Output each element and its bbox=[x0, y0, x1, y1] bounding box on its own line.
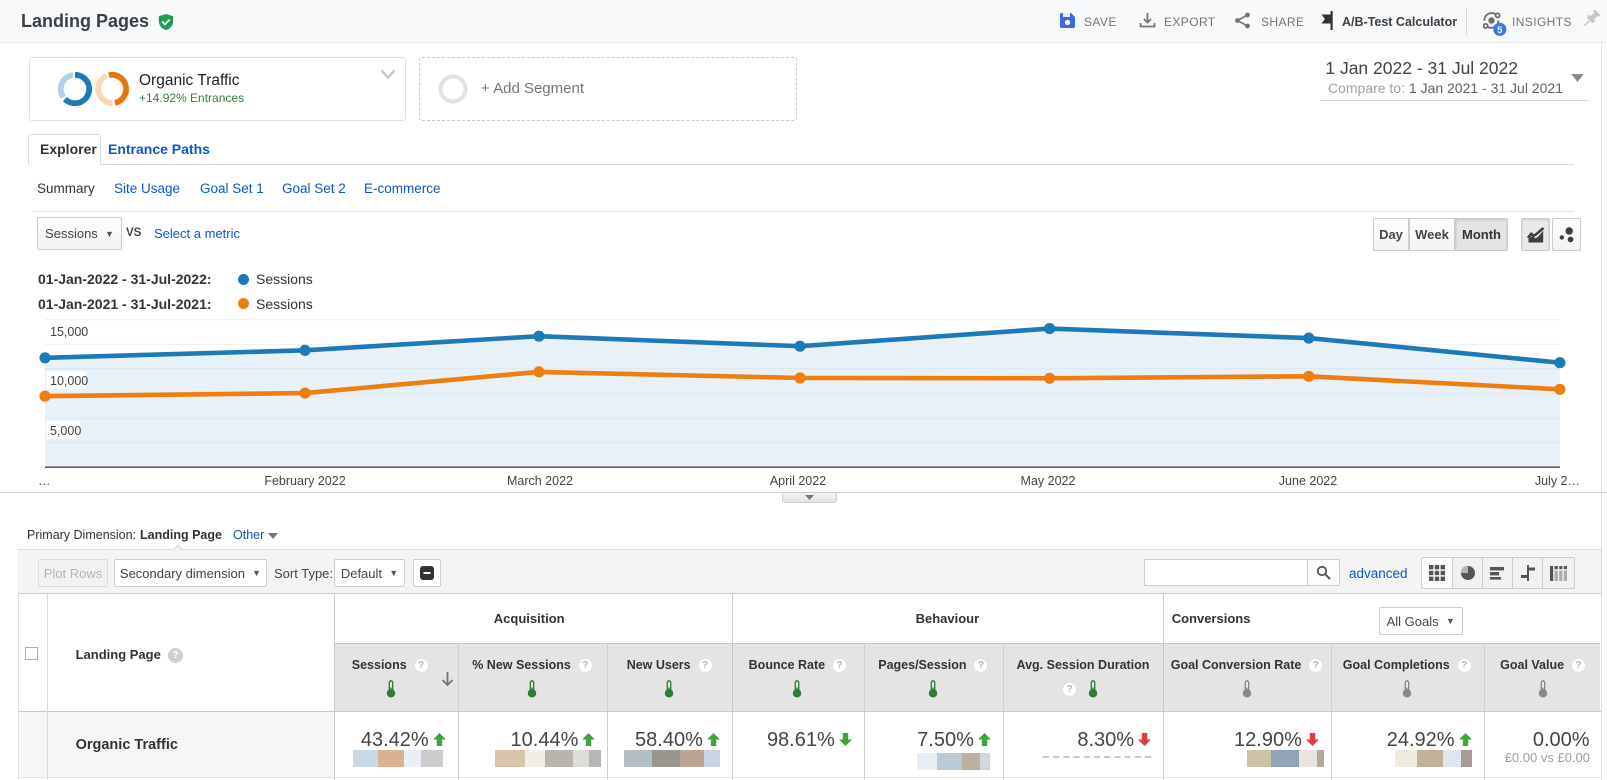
svg-text:February 2022: February 2022 bbox=[264, 474, 345, 488]
svg-text:10,000: 10,000 bbox=[50, 374, 88, 388]
svg-text:June 2022: June 2022 bbox=[1279, 474, 1337, 488]
svg-text:July 2…: July 2… bbox=[1535, 474, 1580, 488]
svg-text:April 2022: April 2022 bbox=[770, 474, 826, 488]
svg-text:May 2022: May 2022 bbox=[1021, 474, 1076, 488]
svg-text:March 2022: March 2022 bbox=[507, 474, 573, 488]
svg-text:5,000: 5,000 bbox=[50, 424, 81, 438]
svg-text:5: 5 bbox=[1497, 25, 1503, 36]
svg-text:15,000: 15,000 bbox=[50, 325, 88, 339]
svg-text:…: … bbox=[38, 474, 51, 488]
